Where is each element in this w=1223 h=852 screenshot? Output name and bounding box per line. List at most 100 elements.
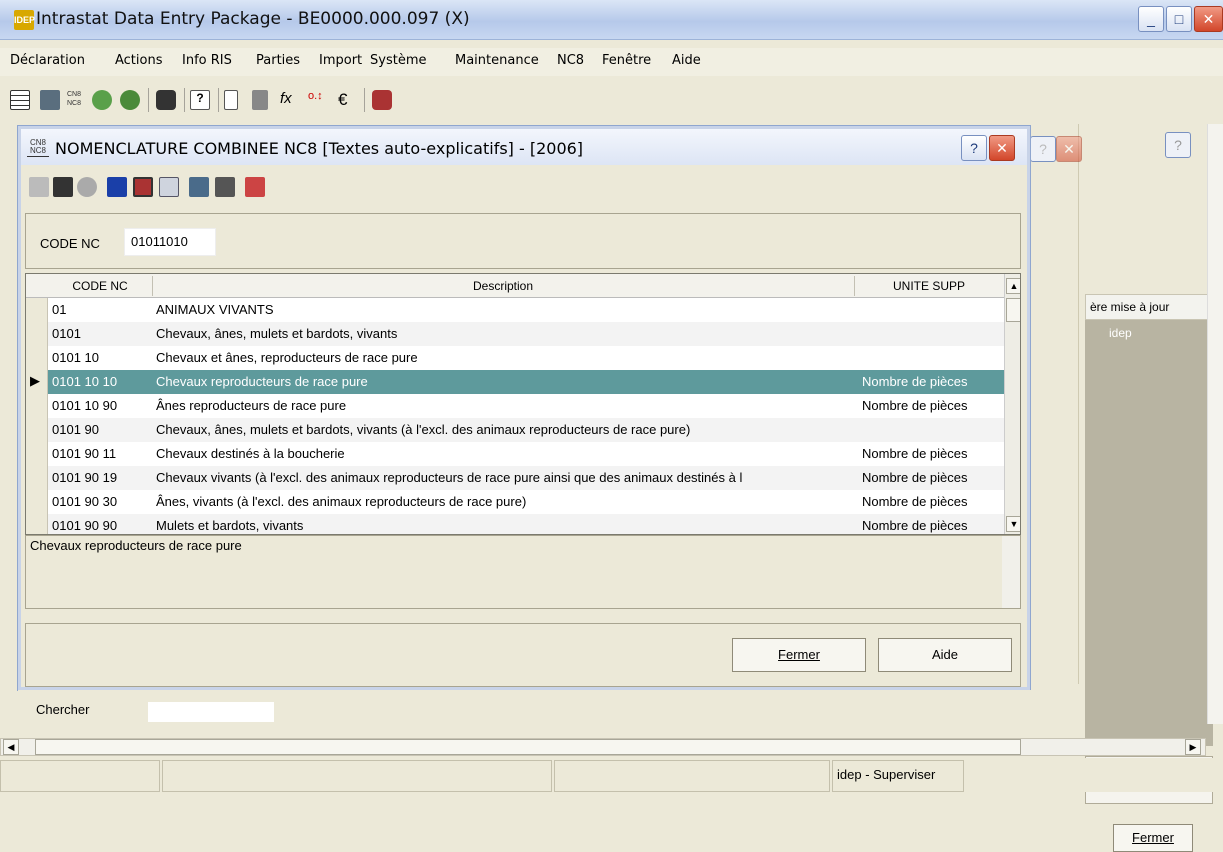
row-marker[interactable]: [26, 322, 48, 346]
minimize-button[interactable]: _: [1138, 6, 1164, 32]
dialog-help-button[interactable]: ?: [961, 135, 987, 161]
help-icon[interactable]: ?: [190, 90, 210, 110]
scroll-down-button[interactable]: ▼: [1006, 516, 1020, 532]
description-textarea[interactable]: Chevaux reproducteurs de race pure: [25, 535, 1021, 609]
status-panel-1: [0, 760, 160, 792]
table-row[interactable]: 0101 90 30 Ânes, vivants (à l'excl. des a…: [26, 490, 1004, 514]
cell-code: 0101 10 90: [52, 398, 118, 413]
bg-column-header[interactable]: ère mise à jour: [1085, 294, 1213, 320]
table-row[interactable]: 01 ANIMAUX VIVANTS: [26, 298, 1004, 322]
euro-icon[interactable]: €: [338, 90, 358, 110]
row-marker[interactable]: [26, 346, 48, 370]
maximize-button[interactable]: □: [1166, 6, 1192, 32]
function-icon[interactable]: fx: [280, 90, 300, 110]
binoculars-icon[interactable]: [53, 177, 73, 197]
exit-icon[interactable]: [245, 177, 265, 197]
row-marker[interactable]: [26, 418, 48, 442]
menu-actions[interactable]: Actions: [115, 53, 163, 68]
tree-icon[interactable]: [189, 177, 209, 197]
table-row[interactable]: 0101 Chevaux, ânes, mulets et bardots, vi…: [26, 322, 1004, 346]
scroll-up-button[interactable]: ▲: [1006, 278, 1020, 294]
cell-code: 0101 90 30: [52, 494, 118, 509]
dialog-close-button[interactable]: ✕: [989, 135, 1015, 161]
menu-systeme[interactable]: Système: [370, 53, 426, 68]
description-scrollbar[interactable]: [1002, 536, 1020, 608]
scroll-left-button[interactable]: ◀: [3, 739, 19, 755]
mid-close-icon[interactable]: ✕: [1056, 136, 1082, 162]
table-row[interactable]: 0101 90 90 Mulets et bardots, vivants Nomb…: [26, 514, 1004, 534]
close-button[interactable]: ✕: [1194, 6, 1223, 32]
menu-import[interactable]: Import: [319, 53, 362, 68]
mid-help-icon[interactable]: ?: [1030, 136, 1056, 162]
cell-description: Chevaux vivants (à l'excl. des animaux r…: [156, 470, 743, 485]
fermer-button[interactable]: Fermer: [732, 638, 866, 672]
horizontal-scrollbar[interactable]: ◀ ▶: [0, 738, 1206, 756]
bg-help-icon[interactable]: ?: [1165, 132, 1191, 158]
table-row[interactable]: ▶ 0101 10 10 Chevaux reproducteurs de race…: [26, 370, 1004, 394]
aide-button[interactable]: Aide: [878, 638, 1012, 672]
table-row[interactable]: 0101 90 19 Chevaux vivants (à l'excl. des…: [26, 466, 1004, 490]
menu-nc8[interactable]: NC8: [557, 53, 584, 68]
camera-icon[interactable]: [156, 90, 176, 110]
calculator-icon[interactable]: [252, 90, 268, 110]
info-icon[interactable]: [77, 177, 97, 197]
cell-code: 0101 90 90: [52, 518, 118, 533]
search-input[interactable]: [148, 702, 274, 722]
menu-info-ris[interactable]: Info RIS: [182, 53, 232, 68]
menu-aide[interactable]: Aide: [672, 53, 701, 68]
row-marker[interactable]: [26, 394, 48, 418]
menu-bar: Déclaration Actions Info RIS Parties Imp…: [0, 48, 1223, 76]
code-panel: CODE NC 01011010: [25, 213, 1021, 269]
send-icon[interactable]: [92, 90, 112, 110]
bg-cell-value[interactable]: idep: [1085, 320, 1213, 346]
row-marker[interactable]: ▶: [26, 370, 48, 394]
menu-parties[interactable]: Parties: [256, 53, 300, 68]
status-bar: idep - Superviser: [0, 758, 1223, 792]
background-window: ? ère mise à jour idep Aide Fermer: [1078, 124, 1223, 852]
table-row[interactable]: 0101 10 Chevaux et ânes, reproducteurs de…: [26, 346, 1004, 370]
row-marker[interactable]: [26, 514, 48, 534]
tools-icon[interactable]: [372, 90, 392, 110]
dialog-title: NOMENCLATURE COMBINEE NC8 [Textes auto-e…: [55, 139, 584, 158]
print-icon[interactable]: [215, 177, 235, 197]
table-row[interactable]: 0101 90 11 Chevaux destinés à la boucheri…: [26, 442, 1004, 466]
menu-fenetre[interactable]: Fenêtre: [602, 53, 651, 68]
stepper-icon[interactable]: o.↕: [308, 90, 328, 110]
main-toolbar: CN8 NC8 ? fx o.↕ €: [0, 82, 1223, 116]
grid-view-icon[interactable]: [133, 177, 153, 197]
row-marker[interactable]: [26, 466, 48, 490]
main-title-bar: IDEP Intrastat Data Entry Package - BE00…: [0, 0, 1223, 40]
cell-description: Chevaux destinés à la boucherie: [156, 446, 345, 461]
column-header-code[interactable]: CODE NC: [48, 279, 152, 293]
text-view-icon[interactable]: [159, 177, 179, 197]
new-doc-icon[interactable]: [224, 90, 238, 110]
row-marker[interactable]: [26, 442, 48, 466]
scroll-right-button[interactable]: ▶: [1185, 739, 1201, 755]
binoculars-icon[interactable]: [40, 90, 60, 110]
horizontal-scroll-thumb[interactable]: [35, 739, 1021, 755]
eu-flag-icon[interactable]: [107, 177, 127, 197]
menu-maintenance[interactable]: Maintenance: [455, 53, 539, 68]
dialog-title-bar: CN8 NC8 NOMENCLATURE COMBINEE NC8 [Texte…: [21, 129, 1027, 165]
code-nc-input[interactable]: 01011010: [124, 228, 216, 256]
bg-fermer-button[interactable]: Fermer: [1113, 824, 1193, 852]
status-panel-2: [162, 760, 552, 792]
cell-description: Mulets et bardots, vivants: [156, 518, 304, 533]
row-marker[interactable]: [26, 490, 48, 514]
menu-declaration[interactable]: Déclaration: [10, 53, 85, 68]
bg-vertical-scrollbar[interactable]: [1207, 124, 1223, 724]
receive-icon[interactable]: [120, 90, 140, 110]
table-row[interactable]: 0101 90 Chevaux, ânes, mulets et bardots,…: [26, 418, 1004, 442]
grid-icon[interactable]: [10, 90, 30, 110]
column-header-description[interactable]: Description: [152, 279, 854, 293]
table-row[interactable]: 0101 10 90 Ânes reproducteurs de race pur…: [26, 394, 1004, 418]
row-marker[interactable]: [26, 298, 48, 322]
table-vertical-scrollbar[interactable]: ▲ ▼: [1004, 274, 1020, 534]
status-user: idep - Superviser: [832, 760, 964, 792]
cn8-logo-icon: CN8 NC8: [27, 139, 49, 157]
back-icon[interactable]: [29, 177, 49, 197]
nomenclature-table: CODE NC Description UNITE SUPP 01 ANIMAUX…: [25, 273, 1021, 535]
cn8-icon[interactable]: CN8 NC8: [64, 90, 84, 110]
column-header-unit[interactable]: UNITE SUPP: [854, 279, 1004, 293]
scroll-thumb[interactable]: [1006, 298, 1020, 322]
